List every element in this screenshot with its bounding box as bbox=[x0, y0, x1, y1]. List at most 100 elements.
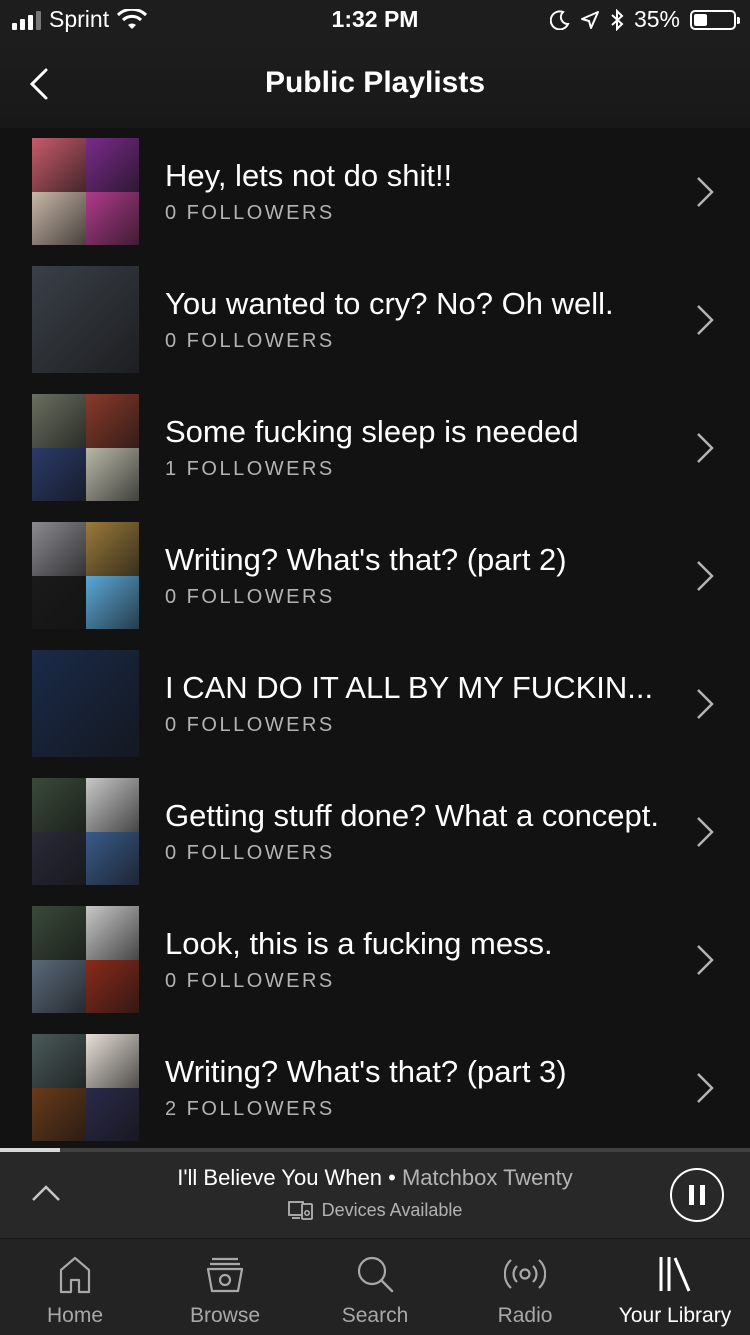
playlist-row[interactable]: Getting stuff done? What a concept. 0 FOL… bbox=[0, 768, 750, 896]
cover-tile bbox=[85, 138, 139, 192]
cover-tile bbox=[32, 1087, 86, 1141]
tab-search[interactable]: Search bbox=[300, 1239, 450, 1335]
chevron-right-icon bbox=[697, 177, 714, 207]
tab-browse[interactable]: Browse bbox=[150, 1239, 300, 1335]
cover-tile bbox=[32, 394, 86, 448]
playlist-followers: 2 FOLLOWERS bbox=[165, 1098, 335, 1120]
playlist-followers: 1 FOLLOWERS bbox=[165, 458, 335, 480]
playlist-title: Some fucking sleep is needed bbox=[165, 414, 579, 449]
playlist-title: You wanted to cry? No? Oh well. bbox=[165, 286, 614, 321]
chevron-right-icon bbox=[697, 945, 714, 975]
library-icon bbox=[659, 1257, 691, 1292]
playlist-list: Hey, lets not do shit!! 0 FOLLOWERS You wa… bbox=[0, 128, 750, 1148]
tab-your-library[interactable]: Your Library bbox=[600, 1239, 750, 1335]
separator: • bbox=[388, 1165, 396, 1190]
tab-label: Search bbox=[341, 1304, 409, 1327]
battery-icon bbox=[690, 9, 740, 30]
playlist-row[interactable]: I CAN DO IT ALL BY MY FUCKIN... 0 FOLLOWE… bbox=[0, 640, 750, 768]
cover-tile bbox=[32, 522, 86, 576]
tab-label: Your Library bbox=[618, 1304, 732, 1327]
tab-radio[interactable]: Radio bbox=[450, 1239, 600, 1335]
cover-tile bbox=[85, 959, 139, 1013]
battery-percent: 35% bbox=[633, 6, 680, 32]
cover-tile bbox=[32, 447, 86, 501]
playlist-followers: 0 FOLLOWERS bbox=[165, 586, 335, 608]
home-icon bbox=[59, 1256, 91, 1294]
cover-tile bbox=[32, 650, 139, 757]
playlist-cover bbox=[32, 394, 139, 501]
search-icon bbox=[357, 1256, 394, 1293]
cover-tile bbox=[85, 906, 139, 960]
tab-label: Browse bbox=[189, 1304, 261, 1327]
playlist-row[interactable]: Hey, lets not do shit!! 0 FOLLOWERS bbox=[0, 128, 750, 256]
playlist-followers: 0 FOLLOWERS bbox=[165, 970, 335, 992]
devices-icon bbox=[287, 1201, 313, 1220]
playlist-row[interactable]: You wanted to cry? No? Oh well. 0 FOLLOWE… bbox=[0, 256, 750, 384]
chevron-right-icon bbox=[697, 305, 714, 335]
cover-tile bbox=[85, 522, 139, 576]
cover-tile bbox=[85, 831, 139, 885]
playlist-followers: 0 FOLLOWERS bbox=[165, 842, 335, 864]
cover-tile bbox=[32, 266, 139, 373]
status-bar: Sprint 1:32 PM 35% bbox=[0, 0, 750, 40]
playlist-row[interactable]: Look, this is a fucking mess. 0 FOLLOWERS bbox=[0, 896, 750, 1024]
bluetooth-icon bbox=[611, 8, 624, 31]
pause-button[interactable] bbox=[670, 1168, 724, 1222]
chevron-right-icon bbox=[697, 561, 714, 591]
cover-tile bbox=[32, 906, 86, 960]
playlist-cover bbox=[32, 1034, 139, 1141]
cover-tile bbox=[32, 138, 86, 192]
playlist-title: Writing? What's that? (part 3) bbox=[165, 1054, 567, 1089]
playlist-row[interactable]: Writing? What's that? (part 3) 2 FOLLOWER… bbox=[0, 1024, 750, 1148]
cover-tile bbox=[32, 575, 86, 629]
playlist-followers: 0 FOLLOWERS bbox=[165, 202, 335, 224]
cover-tile bbox=[85, 191, 139, 245]
playlist-cover bbox=[32, 266, 139, 373]
chevron-right-icon bbox=[697, 817, 714, 847]
playlist-title: Hey, lets not do shit!! bbox=[165, 158, 453, 193]
playlist-title: Writing? What's that? (part 2) bbox=[165, 542, 567, 577]
tab-label: Radio bbox=[497, 1304, 553, 1327]
playlist-title: Getting stuff done? What a concept. bbox=[165, 798, 660, 833]
cover-tile bbox=[32, 831, 86, 885]
artist-name: Matchbox Twenty bbox=[401, 1165, 573, 1190]
cover-tile bbox=[32, 191, 86, 245]
playlist-followers: 0 FOLLOWERS bbox=[165, 330, 335, 352]
playlist-row[interactable]: Writing? What's that? (part 2) 0 FOLLOWER… bbox=[0, 512, 750, 640]
navigation-bar: Public Playlists bbox=[0, 40, 750, 128]
cover-tile bbox=[32, 959, 86, 1013]
chevron-right-icon bbox=[697, 433, 714, 463]
cover-tile bbox=[85, 575, 139, 629]
playlist-cover bbox=[32, 778, 139, 885]
cover-tile bbox=[32, 1034, 86, 1088]
browse-icon bbox=[206, 1257, 244, 1293]
playlist-cover bbox=[32, 522, 139, 629]
devices-available[interactable]: Devices Available bbox=[0, 1199, 750, 1221]
now-playing-info: I'll Believe You When • Matchbox Twenty bbox=[0, 1165, 750, 1191]
track-title: I'll Believe You When bbox=[177, 1165, 383, 1190]
tab-label: Home bbox=[46, 1304, 104, 1327]
cover-tile bbox=[85, 394, 139, 448]
page-title: Public Playlists bbox=[264, 66, 486, 99]
playlist-title: I CAN DO IT ALL BY MY FUCKIN... bbox=[165, 670, 654, 705]
cover-tile bbox=[85, 447, 139, 501]
location-icon bbox=[580, 10, 599, 29]
cover-tile bbox=[85, 778, 139, 832]
playlist-row[interactable]: Some fucking sleep is needed 1 FOLLOWERS bbox=[0, 384, 750, 512]
now-playing-bar[interactable]: I'll Believe You When • Matchbox Twenty … bbox=[0, 1152, 750, 1238]
tab-home[interactable]: Home bbox=[0, 1239, 150, 1335]
chevron-right-icon bbox=[697, 1073, 714, 1103]
radio-icon bbox=[504, 1259, 546, 1289]
cover-tile bbox=[85, 1034, 139, 1088]
playlist-cover bbox=[32, 650, 139, 757]
playlist-cover bbox=[32, 138, 139, 245]
moon-icon bbox=[549, 9, 570, 30]
devices-label: Devices Available bbox=[321, 1199, 463, 1220]
tab-bar: Home Browse Search Radio Your Library bbox=[0, 1238, 750, 1335]
playlist-cover bbox=[32, 906, 139, 1013]
playlist-followers: 0 FOLLOWERS bbox=[165, 714, 335, 736]
cover-tile bbox=[85, 1087, 139, 1141]
cover-tile bbox=[32, 778, 86, 832]
playlist-title: Look, this is a fucking mess. bbox=[165, 926, 553, 961]
chevron-right-icon bbox=[697, 689, 714, 719]
